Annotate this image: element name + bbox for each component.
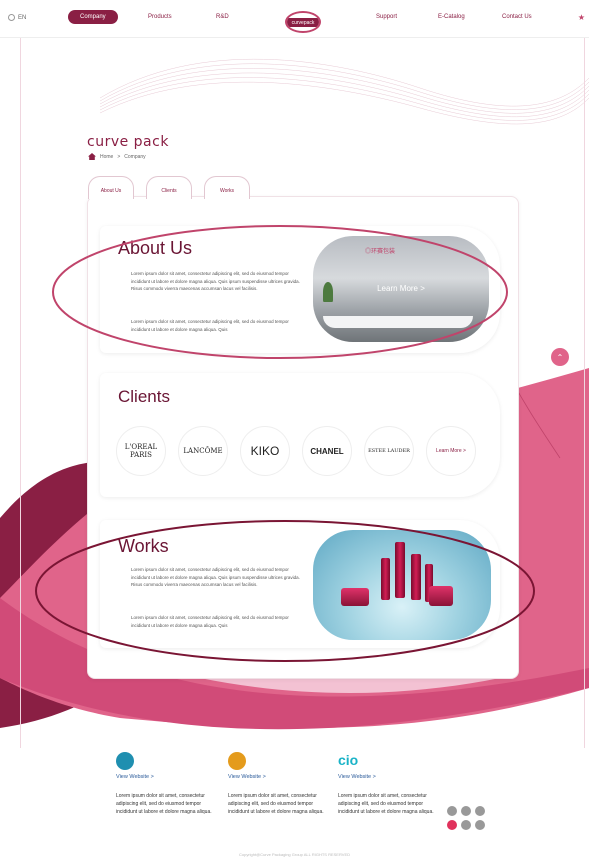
tab-works[interactable]: Works bbox=[204, 176, 250, 199]
footer-view-website[interactable]: View Website > bbox=[338, 774, 434, 780]
language-label: EN bbox=[18, 14, 27, 21]
home-icon[interactable] bbox=[88, 153, 96, 160]
scroll-top-button[interactable]: ⌃ bbox=[551, 348, 569, 366]
works-card: Works Lorem ipsum dolor sit amet, consec… bbox=[100, 520, 500, 648]
top-navigation: EN Company Products R&D Support E-Catalo… bbox=[0, 0, 589, 38]
linkedin-icon[interactable] bbox=[461, 806, 471, 816]
breadcrumb: Home > Company bbox=[88, 153, 146, 160]
client-lancome[interactable]: LANCÔME bbox=[178, 426, 228, 476]
site-logo[interactable]: curvepack bbox=[285, 11, 321, 33]
footer-view-website[interactable]: View Website > bbox=[116, 774, 212, 780]
about-card: About Us Lorem ipsum dolor sit amet, con… bbox=[100, 226, 500, 353]
client-kiko[interactable]: KIKO bbox=[240, 426, 290, 476]
clients-learn-more[interactable]: Learn More > bbox=[426, 426, 476, 476]
about-learn-more[interactable]: Learn More > bbox=[313, 284, 489, 293]
youtube-icon[interactable] bbox=[475, 806, 485, 816]
logo-text: curvepack bbox=[291, 20, 315, 26]
nav-company[interactable]: Company bbox=[68, 10, 118, 24]
works-image[interactable] bbox=[313, 530, 491, 640]
social-links bbox=[447, 806, 485, 830]
works-title: Works bbox=[118, 536, 169, 556]
cio-logo: cio bbox=[338, 752, 359, 768]
more-icon[interactable] bbox=[475, 820, 485, 830]
clients-card: Clients L'OREAL PARIS LANCÔME KIKO CHANE… bbox=[100, 373, 500, 497]
nav-support[interactable]: Support bbox=[376, 14, 397, 20]
reception-desk bbox=[323, 316, 473, 328]
nav-rd[interactable]: R&D bbox=[216, 14, 229, 20]
footer-column-1: View Website > Lorem ipsum dolor sit ame… bbox=[116, 752, 212, 816]
chevron-up-icon: ⌃ bbox=[556, 352, 564, 362]
footer-column-3: cio View Website > Lorem ipsum dolor sit… bbox=[338, 752, 434, 816]
about-paragraph-2: Lorem ipsum dolor sit amet, consectetur … bbox=[131, 319, 289, 332]
product-jar bbox=[341, 588, 369, 606]
client-logos: L'OREAL PARIS LANCÔME KIKO CHANEL ESTEE … bbox=[116, 426, 476, 476]
clients-title: Clients bbox=[118, 387, 170, 406]
breadcrumb-current: Company bbox=[124, 153, 146, 160]
product-bottle bbox=[411, 554, 421, 600]
star-icon[interactable]: ★ bbox=[578, 13, 585, 22]
nav-products[interactable]: Products bbox=[148, 14, 172, 20]
product-bottle bbox=[381, 558, 390, 600]
client-loreal[interactable]: L'OREAL PARIS bbox=[116, 426, 166, 476]
nav-ecatalog[interactable]: E-Catalog bbox=[438, 14, 465, 20]
product-bottle bbox=[395, 542, 405, 598]
client-estee-lauder[interactable]: ESTEE LAUDER bbox=[364, 426, 414, 476]
footer-text: Lorem ipsum dolor sit amet, consectetur … bbox=[338, 793, 434, 815]
about-title: About Us bbox=[118, 238, 193, 258]
tab-about-us[interactable]: About Us bbox=[88, 176, 134, 199]
partner-logo-icon bbox=[116, 752, 134, 770]
facebook-icon[interactable] bbox=[447, 806, 457, 816]
breadcrumb-separator: > bbox=[117, 153, 121, 160]
wechat-icon[interactable] bbox=[461, 820, 471, 830]
office-sign: ◎环赛包装 bbox=[365, 249, 396, 255]
works-paragraph-2: Lorem ipsum dolor sit amet, consectetur … bbox=[131, 615, 289, 628]
about-paragraph-1: Lorem ipsum dolor sit amet, consectetur … bbox=[131, 271, 300, 291]
footer-column-2: View Website > Lorem ipsum dolor sit ame… bbox=[228, 752, 324, 816]
language-selector[interactable]: EN bbox=[8, 14, 26, 21]
brand-wordmark: curve pack bbox=[87, 134, 169, 150]
office-image[interactable]: ◎环赛包装 Learn More > bbox=[313, 236, 489, 342]
weibo-icon[interactable] bbox=[447, 820, 457, 830]
product-jar bbox=[429, 586, 453, 606]
footer-text: Lorem ipsum dolor sit amet, consectetur … bbox=[116, 793, 212, 815]
nav-contact[interactable]: Contact Us bbox=[502, 14, 532, 20]
works-paragraph-1: Lorem ipsum dolor sit amet, consectetur … bbox=[131, 567, 300, 587]
globe-icon bbox=[8, 14, 15, 21]
tab-clients[interactable]: Clients bbox=[146, 176, 192, 199]
footer-text: Lorem ipsum dolor sit amet, consectetur … bbox=[228, 793, 324, 815]
client-chanel[interactable]: CHANEL bbox=[302, 426, 352, 476]
copyright: Copyright@Curve Packaging Group ALL RIGH… bbox=[239, 852, 350, 857]
section-tabs: About Us Clients Works bbox=[88, 176, 250, 199]
breadcrumb-home[interactable]: Home bbox=[100, 154, 113, 160]
partner-logo-icon bbox=[228, 752, 246, 770]
footer-view-website[interactable]: View Website > bbox=[228, 774, 324, 780]
